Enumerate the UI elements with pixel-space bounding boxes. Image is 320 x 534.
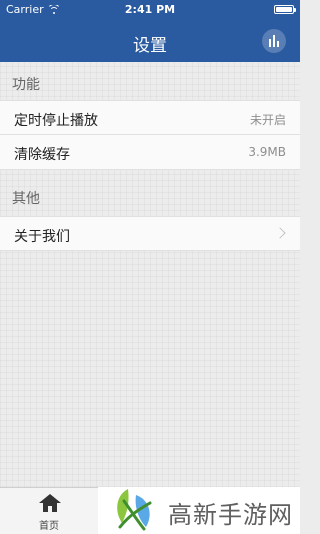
top-bar: Carrier 2:41 PM 设置	[0, 0, 300, 62]
watermark: 高新手游网	[98, 487, 300, 534]
stats-button[interactable]	[262, 29, 286, 53]
tab-home[interactable]: 首页	[0, 488, 98, 534]
status-bar: Carrier 2:41 PM	[0, 0, 300, 20]
timer-stop-row[interactable]: 定时停止播放 未开启	[0, 100, 300, 135]
bar-chart-icon	[268, 35, 280, 47]
section-header-features: 功能	[12, 77, 40, 93]
watermark-text: 高新手游网	[168, 501, 293, 529]
cache-size-value: 3.9MB	[248, 145, 286, 159]
clear-cache-row[interactable]: 清除缓存 3.9MB	[0, 135, 300, 170]
status-time: 2:41 PM	[124, 3, 176, 16]
battery-icon	[274, 5, 296, 14]
chevron-right-icon	[274, 227, 286, 239]
settings-screen: Carrier 2:41 PM 设置 功能 定时停止播放 未开启 清除缓存 3.…	[0, 0, 300, 534]
navigation-bar: 设置	[0, 20, 300, 62]
about-us-label: 关于我们	[14, 229, 70, 245]
timer-stop-label: 定时停止播放	[14, 113, 98, 129]
home-icon	[39, 494, 61, 512]
clear-cache-label: 清除缓存	[14, 147, 70, 163]
tab-home-label: 首页	[39, 521, 59, 532]
section-header-other: 其他	[12, 191, 40, 207]
about-us-row[interactable]: 关于我们	[0, 216, 300, 251]
page-title: 设置	[133, 36, 167, 56]
timer-stop-value: 未开启	[249, 113, 286, 127]
leaf-logo	[117, 489, 152, 531]
